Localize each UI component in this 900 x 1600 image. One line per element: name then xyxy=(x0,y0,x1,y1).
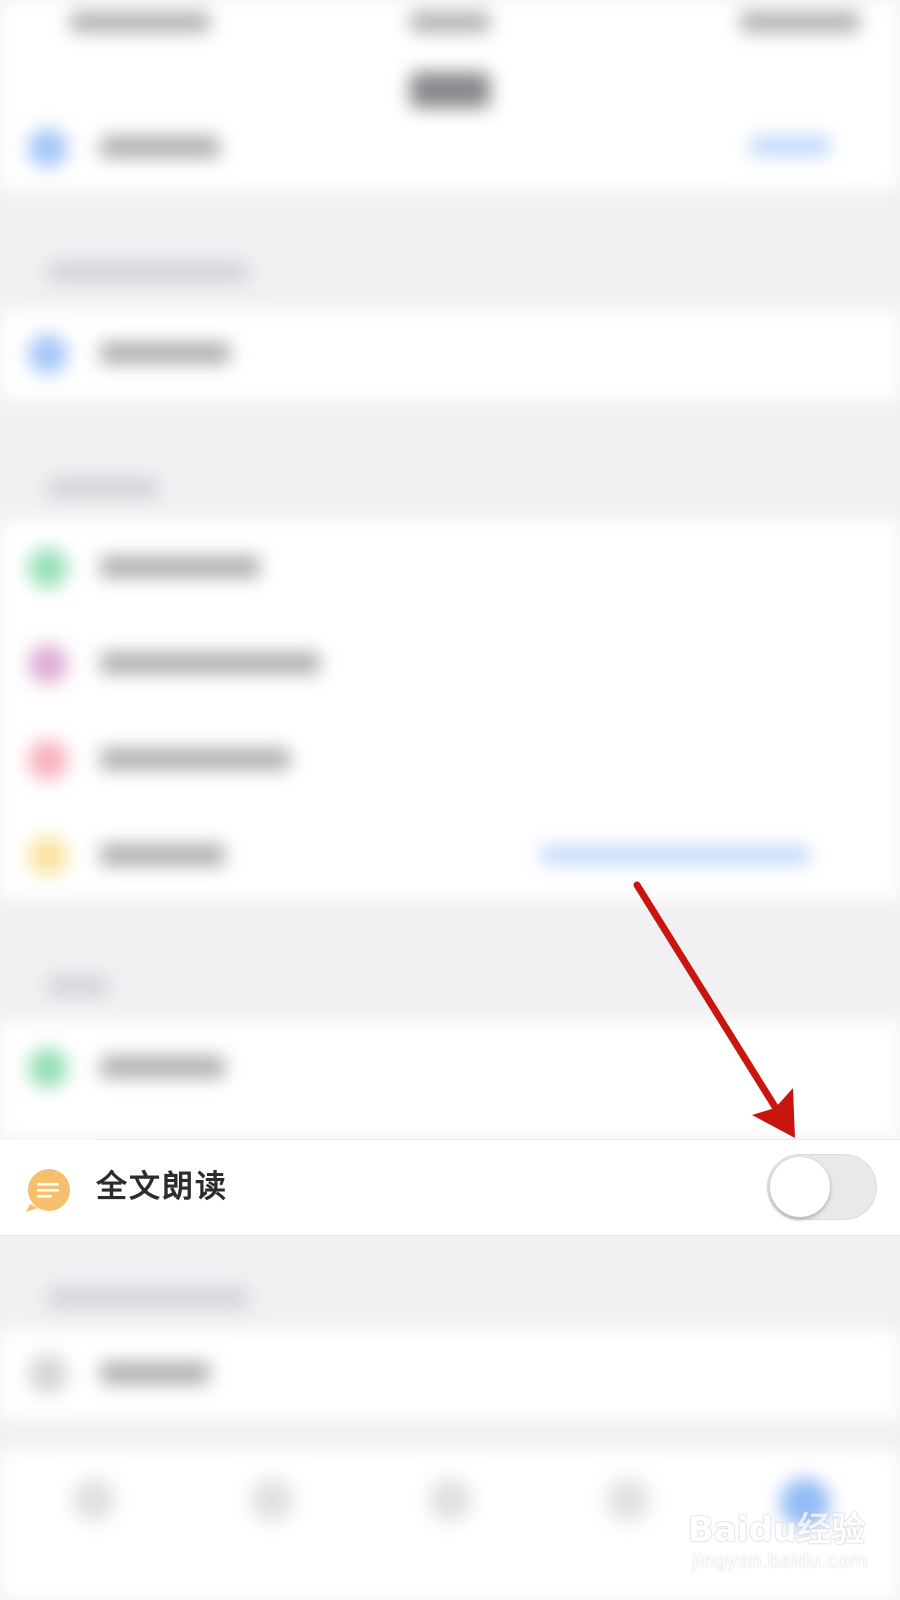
watermark-url: jingyan.baidu.com xyxy=(692,1550,868,1572)
chat-bubble-icon xyxy=(26,1169,70,1212)
watermark-brand: Baidu经验 xyxy=(688,1510,866,1550)
full-text-reading-toggle[interactable] xyxy=(767,1154,877,1220)
toggle-knob[interactable] xyxy=(770,1157,830,1217)
blurred-background xyxy=(0,0,900,1600)
baidu-watermark: Baidu经验 jingyan.baidu.com xyxy=(688,1502,878,1592)
setting-label: 全文朗读 xyxy=(96,1169,228,1205)
full-text-reading-row[interactable]: 全文朗读 xyxy=(0,1140,900,1236)
